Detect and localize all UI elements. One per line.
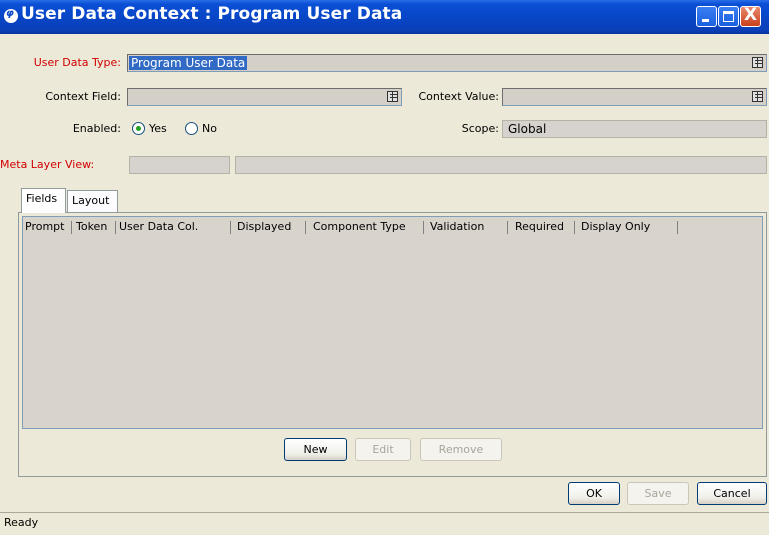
column-header-required[interactable]: Required <box>515 219 564 235</box>
enabled-no-radio[interactable] <box>185 122 198 135</box>
app-logo-glyph: φ <box>6 8 14 19</box>
user-data-type-field[interactable]: Program User Data <box>127 54 767 72</box>
status-bar-text: Ready <box>4 516 39 529</box>
status-bar-divider <box>0 512 769 513</box>
column-header-displayed[interactable]: Displayed <box>237 219 291 235</box>
context-value-label: Context Value: <box>418 90 499 103</box>
ok-button[interactable]: OK <box>568 482 620 505</box>
enabled-no-label[interactable]: No <box>202 121 217 137</box>
tab-layout[interactable]: Layout <box>67 190 118 212</box>
maximize-icon <box>723 11 734 22</box>
close-icon: X <box>744 5 758 25</box>
scope-field: Global <box>502 120 767 138</box>
context-value-picker-icon[interactable] <box>752 91 763 102</box>
radio-selected-dot <box>136 126 141 131</box>
column-separator[interactable] <box>115 221 116 234</box>
fields-tab-panel: Prompt Token User Data Col. Displayed Co… <box>18 212 767 477</box>
column-separator[interactable] <box>230 221 231 234</box>
column-header-token[interactable]: Token <box>76 219 107 235</box>
scope-label: Scope: <box>461 122 499 135</box>
context-field-label: Context Field: <box>45 90 121 103</box>
scope-value: Global <box>508 122 547 136</box>
column-separator[interactable] <box>677 221 678 234</box>
column-header-prompt[interactable]: Prompt <box>25 219 64 235</box>
tab-fields[interactable]: Fields <box>21 188 66 213</box>
maximize-button[interactable] <box>718 6 739 27</box>
column-header-user-data-col[interactable]: User Data Col. <box>119 219 198 235</box>
column-header-display-only[interactable]: Display Only <box>581 219 650 235</box>
app-logo-icon: φ <box>4 8 18 23</box>
new-button[interactable]: New <box>284 438 347 461</box>
save-button[interactable]: Save <box>627 482 689 505</box>
close-button[interactable]: X <box>740 5 761 27</box>
column-separator[interactable] <box>305 221 306 234</box>
meta-layer-view-field-1 <box>129 156 230 174</box>
enabled-yes-radio[interactable] <box>132 122 145 135</box>
context-value-input[interactable] <box>502 88 767 106</box>
cancel-button[interactable]: Cancel <box>697 482 767 505</box>
minimize-button[interactable] <box>696 6 717 27</box>
user-data-type-label: User Data Type: <box>33 56 121 69</box>
list-picker-icon[interactable] <box>752 57 763 68</box>
title-bar[interactable]: φ User Data Context : Program User Data … <box>0 0 769 34</box>
column-separator[interactable] <box>574 221 575 234</box>
meta-layer-view-field-2 <box>235 156 767 174</box>
context-field-picker-icon[interactable] <box>387 91 398 102</box>
column-header-validation[interactable]: Validation <box>430 219 484 235</box>
column-separator[interactable] <box>507 221 508 234</box>
dialog-window: φ User Data Context : Program User Data … <box>0 0 769 535</box>
fields-table[interactable]: Prompt Token User Data Col. Displayed Co… <box>22 216 763 429</box>
context-field-input[interactable] <box>127 88 402 106</box>
meta-layer-view-label: Meta Layer View: <box>0 158 95 171</box>
window-title: User Data Context : Program User Data <box>21 4 403 24</box>
user-data-type-value: Program User Data <box>129 56 248 70</box>
column-header-component-type[interactable]: Component Type <box>313 219 406 235</box>
column-separator[interactable] <box>423 221 424 234</box>
minimize-icon <box>702 19 709 22</box>
remove-button[interactable]: Remove <box>420 438 502 461</box>
edit-button[interactable]: Edit <box>355 438 411 461</box>
enabled-label: Enabled: <box>72 122 121 135</box>
enabled-yes-label[interactable]: Yes <box>149 121 167 137</box>
column-separator[interactable] <box>71 221 72 234</box>
